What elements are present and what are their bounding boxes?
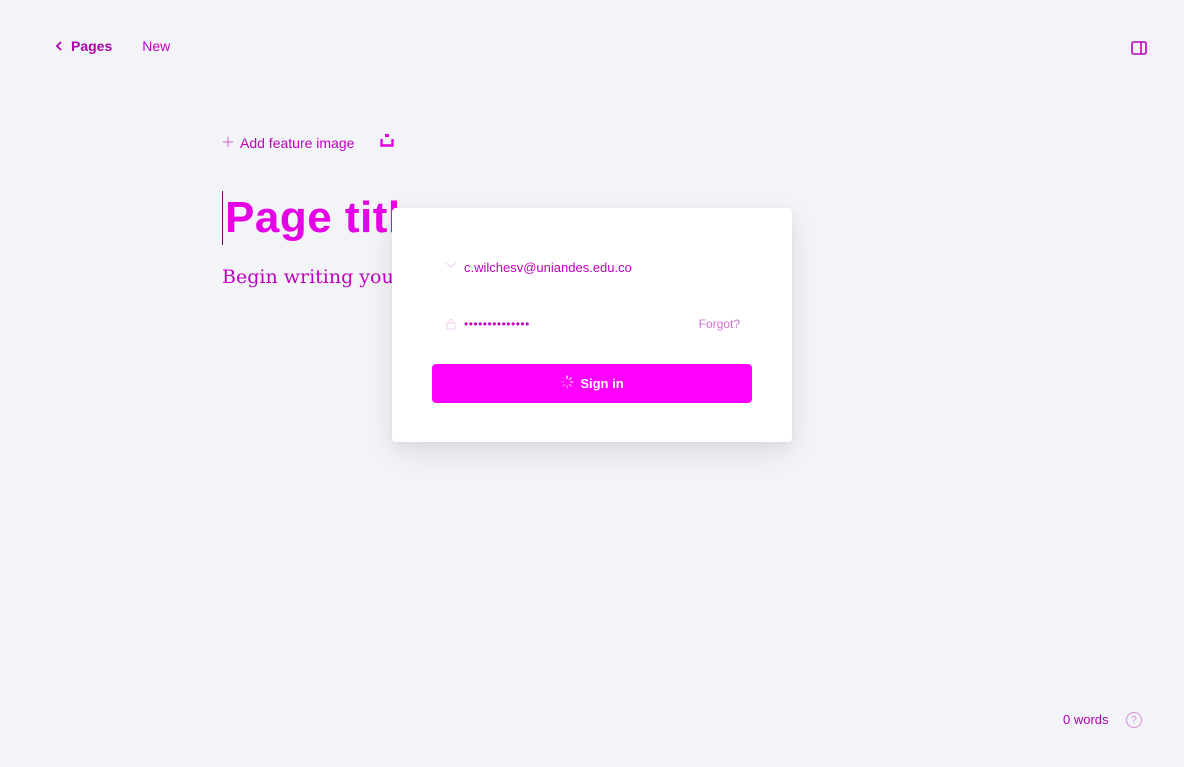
add-feature-image-label: Add feature image [240, 134, 355, 151]
password-value: •••••••••••••• [464, 317, 530, 331]
spinner-icon [560, 375, 574, 392]
email-field[interactable]: c.wilchesv@uniandes.edu.co [432, 248, 752, 286]
help-button[interactable]: ? [1126, 712, 1142, 728]
word-count: 0 words [1063, 712, 1109, 727]
email-icon [444, 260, 458, 274]
signin-button[interactable]: Sign in [432, 364, 752, 403]
plus-icon [222, 135, 234, 151]
password-field[interactable]: •••••••••••••• Forgot? [432, 305, 752, 343]
signin-modal: c.wilchesv@uniandes.edu.co •••••••••••••… [392, 208, 792, 442]
top-navigation: Pages New [55, 38, 170, 54]
snippet-icon [380, 133, 395, 152]
text-cursor [222, 191, 223, 245]
chevron-left-icon [55, 41, 63, 51]
lock-icon [444, 317, 458, 331]
help-icon: ? [1131, 714, 1137, 726]
insert-snippet-button[interactable] [380, 133, 395, 152]
back-link-label: Pages [71, 38, 113, 54]
signin-button-label: Sign in [580, 376, 624, 391]
email-value: c.wilchesv@uniandes.edu.co [464, 259, 632, 275]
feature-image-row: Add feature image [222, 133, 395, 152]
sidebar-toggle-icon [1131, 41, 1147, 60]
settings-sidebar-toggle-button[interactable] [1131, 40, 1147, 56]
add-feature-image-button[interactable]: Add feature image [222, 135, 354, 151]
post-status-label: New [142, 38, 171, 54]
back-to-pages-link[interactable]: Pages [55, 38, 112, 54]
forgot-password-link[interactable]: Forgot? [699, 317, 740, 331]
